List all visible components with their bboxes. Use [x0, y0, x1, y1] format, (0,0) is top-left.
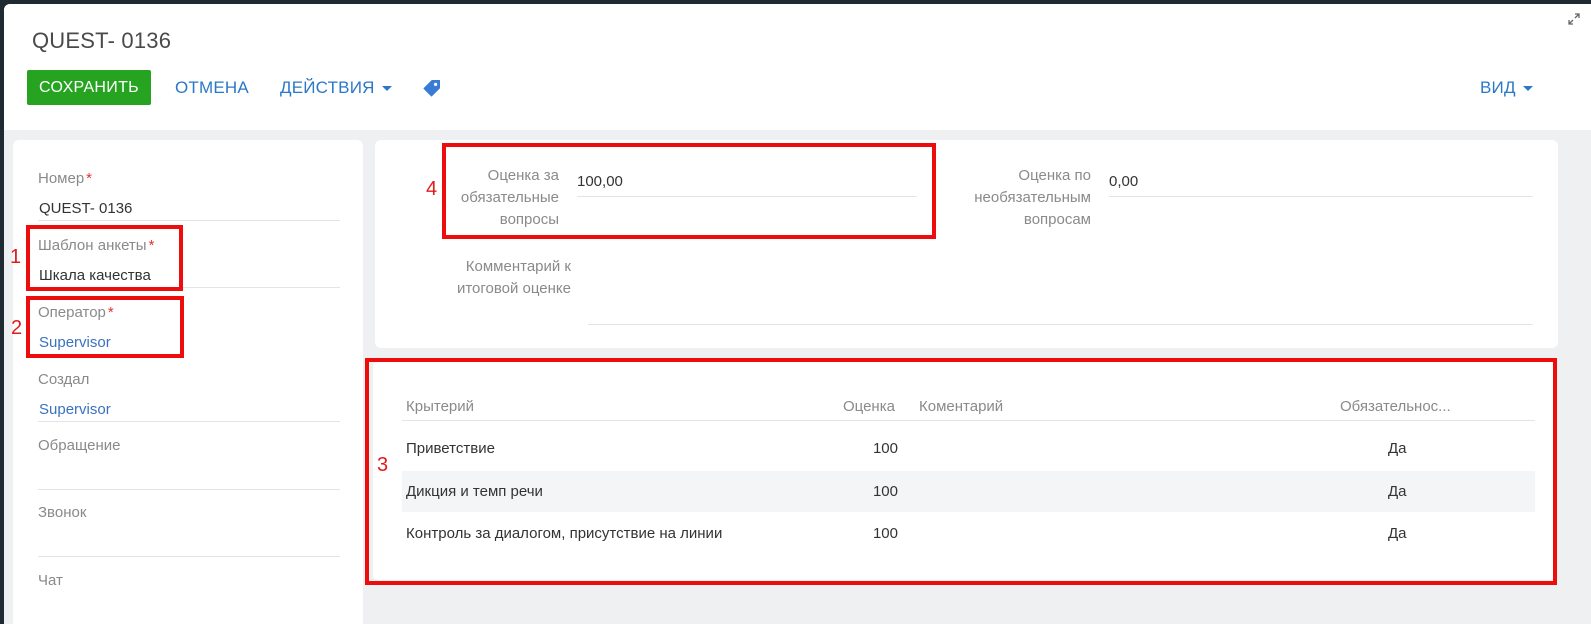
field-label: Чат — [38, 572, 63, 589]
annotation-box-1 — [26, 225, 183, 291]
field-underline — [38, 556, 340, 557]
field-label: Звонок — [38, 504, 87, 521]
annotation-box-4 — [442, 143, 936, 239]
field-value: QUEST- 0136 — [39, 200, 133, 217]
optional-score-input[interactable]: 0,00 — [1109, 173, 1138, 190]
call-field[interactable]: Звонок — [38, 504, 340, 557]
actions-menu-button[interactable]: ДЕЙСТВИЯ — [280, 78, 392, 98]
app-window: QUEST- 0136 СОХРАНИТЬ ОТМЕНА ДЕЙСТВИЯ ВИ… — [4, 4, 1591, 624]
chat-field[interactable]: Чат — [38, 572, 340, 589]
optional-score-label: Оценка по необязательным вопросам — [974, 167, 1091, 228]
field-underline — [38, 220, 340, 221]
details-panel: Номер * QUEST- 0136 Шаблон анкеты * Шкала … — [13, 140, 363, 624]
page-title: QUEST- 0136 — [32, 28, 172, 53]
created-by-link[interactable]: Supervisor — [39, 401, 111, 418]
view-menu-button[interactable]: ВИД — [1480, 78, 1533, 98]
field-label: Создал — [38, 371, 90, 388]
field-underline — [38, 421, 340, 422]
field-underline — [1109, 196, 1533, 197]
field-label: Обращение — [38, 437, 121, 454]
annotation-label-4: 4 — [426, 178, 438, 200]
actions-label: ДЕЙСТВИЯ — [280, 78, 375, 97]
number-field[interactable]: Номер * QUEST- 0136 — [38, 170, 340, 221]
annotation-label-2: 2 — [11, 317, 23, 339]
save-button[interactable]: СОХРАНИТЬ — [27, 70, 151, 105]
expand-icon[interactable] — [1567, 12, 1581, 26]
caret-down-icon — [381, 86, 392, 92]
final-comment-label: Комментарий к итоговой оценке — [456, 258, 571, 297]
caret-down-icon — [1522, 86, 1533, 92]
request-field[interactable]: Обращение — [38, 437, 340, 490]
created-by-field[interactable]: Создал Supervisor — [38, 371, 340, 422]
field-label: Номер * — [38, 170, 93, 187]
view-label: ВИД — [1480, 78, 1516, 97]
tag-icon[interactable] — [423, 79, 441, 97]
annotation-box-3 — [365, 358, 1557, 585]
field-underline — [38, 489, 340, 490]
annotation-label-3: 3 — [377, 454, 389, 476]
page-header: QUEST- 0136 СОХРАНИТЬ ОТМЕНА ДЕЙСТВИЯ ВИ… — [4, 4, 1591, 130]
cancel-button[interactable]: ОТМЕНА — [175, 78, 249, 98]
annotation-box-2 — [26, 296, 184, 358]
field-underline — [588, 324, 1533, 325]
annotation-label-1: 1 — [10, 246, 22, 268]
